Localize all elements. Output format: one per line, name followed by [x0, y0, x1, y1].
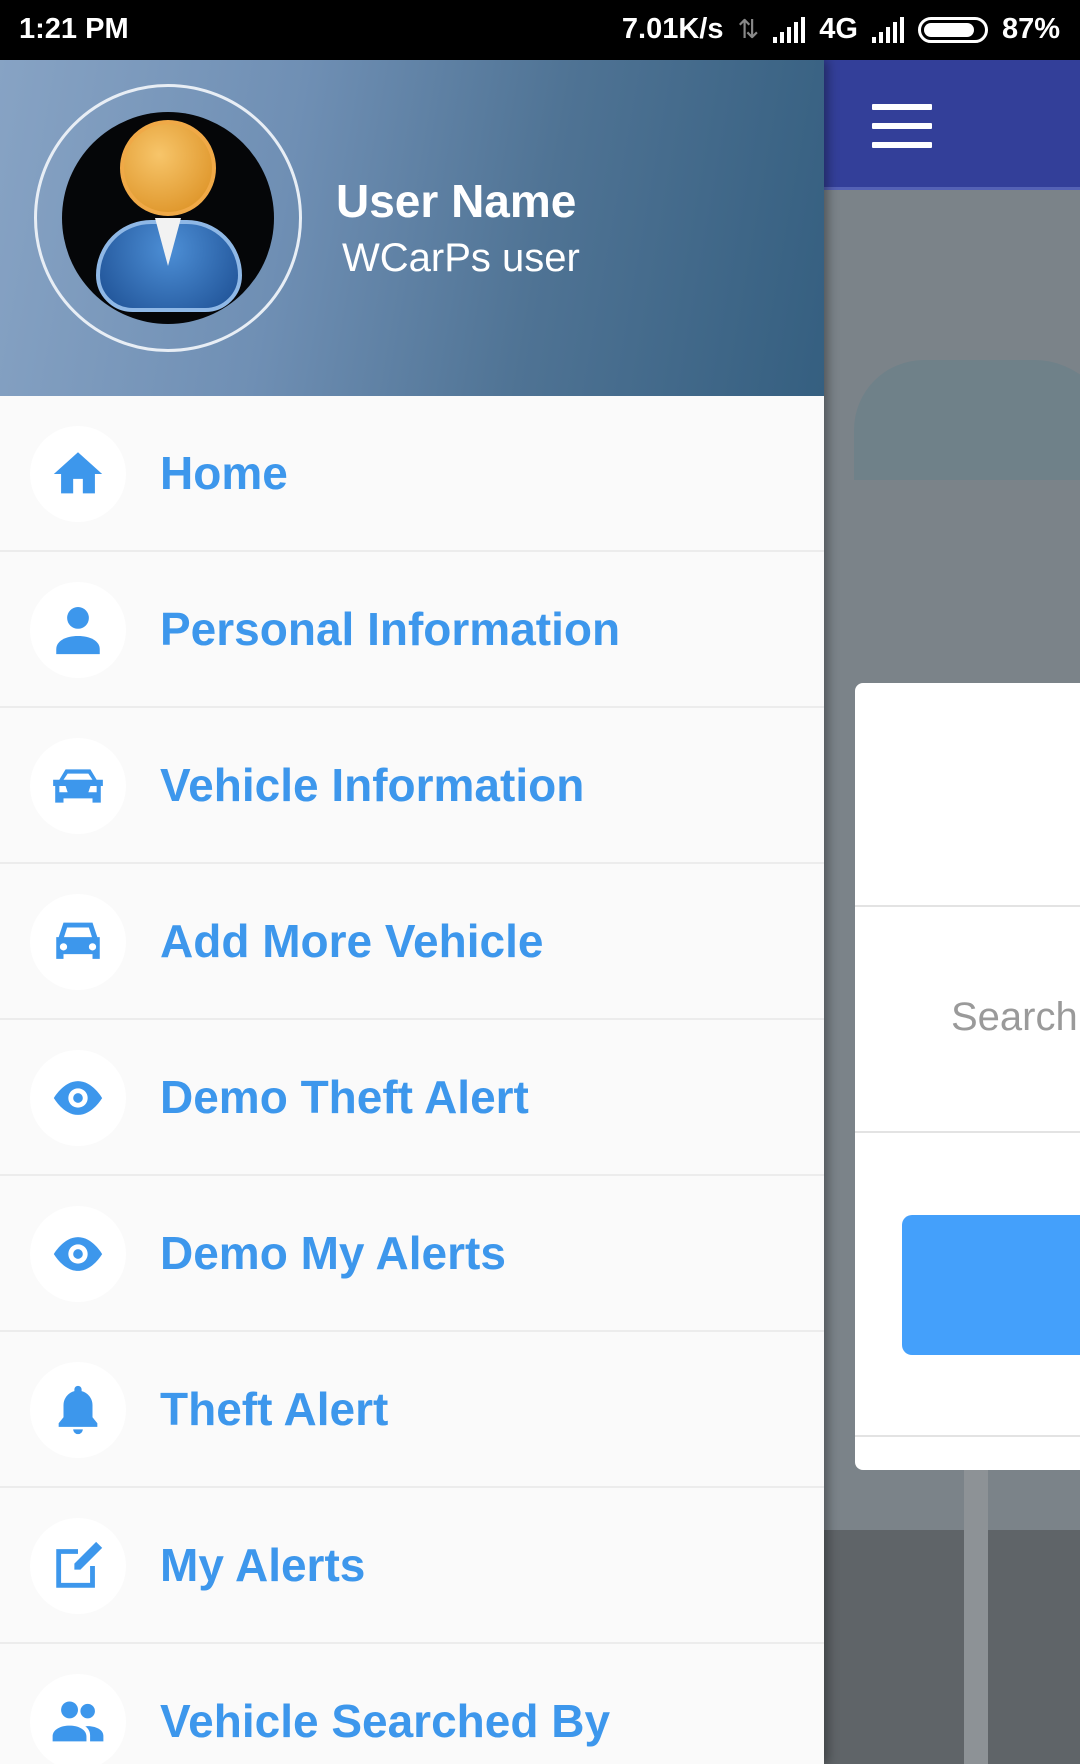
menu-item-label: Home	[160, 447, 288, 499]
net-speed: 7.01K/s	[621, 13, 724, 45]
eye-icon	[30, 1206, 126, 1302]
home-icon	[30, 426, 126, 522]
signal-icon	[773, 16, 806, 43]
car-front-icon	[30, 738, 126, 834]
edit-icon	[30, 1518, 126, 1614]
divider	[855, 1131, 1080, 1133]
status-time: 1:21 PM	[19, 13, 129, 45]
avatar[interactable]	[62, 112, 274, 324]
menu-item-demo-theft-alert[interactable]: Demo Theft Alert	[0, 1020, 824, 1176]
search-input[interactable]: Search	[951, 995, 1078, 1040]
app-toolbar	[824, 60, 1080, 190]
user-role: WCarPs user	[342, 236, 580, 280]
menu-item-personal-information[interactable]: Personal Information	[0, 552, 824, 708]
menu-item-label: Vehicle Searched By	[160, 1695, 611, 1747]
user-name: User Name	[336, 175, 577, 227]
background-ground	[824, 1530, 1080, 1764]
menu-item-vehicle-searched-by[interactable]: Vehicle Searched By	[0, 1644, 824, 1764]
person-icon	[30, 582, 126, 678]
car-icon	[30, 894, 126, 990]
menu-item-label: Add More Vehicle	[160, 915, 544, 967]
battery-icon	[917, 16, 988, 43]
menu-icon[interactable]	[872, 104, 932, 148]
menu-item-add-more-vehicle[interactable]: Add More Vehicle	[0, 864, 824, 1020]
menu-item-my-alerts[interactable]: My Alerts	[0, 1488, 824, 1644]
data-arrows-icon: ⇅	[737, 14, 760, 44]
menu-item-theft-alert[interactable]: Theft Alert	[0, 1332, 824, 1488]
avatar-ring	[34, 84, 302, 352]
group-icon	[30, 1674, 126, 1764]
battery-level: 87%	[1001, 13, 1060, 45]
background-illustration	[854, 360, 1080, 480]
menu-item-label: Theft Alert	[160, 1383, 389, 1435]
background-screen: Search	[824, 60, 1080, 1764]
menu-item-label: Demo My Alerts	[160, 1227, 506, 1279]
signal-icon	[871, 16, 904, 43]
status-bar: 1:21 PM 7.01K/s ⇅ 4G 87%	[0, 0, 1080, 60]
drawer-header: User Name WCarPs user	[0, 60, 824, 396]
menu-item-vehicle-information[interactable]: Vehicle Information	[0, 708, 824, 864]
search-card: Search	[855, 683, 1080, 1470]
background-pole	[964, 1460, 988, 1764]
menu-item-home[interactable]: Home	[0, 396, 824, 552]
search-button[interactable]	[902, 1215, 1080, 1355]
network-type: 4G	[819, 13, 858, 45]
drawer-menu: Home Personal Information Vehicle Inform…	[0, 396, 824, 1764]
eye-icon	[30, 1050, 126, 1146]
menu-item-demo-my-alerts[interactable]: Demo My Alerts	[0, 1176, 824, 1332]
divider	[855, 1435, 1080, 1437]
avatar-head	[120, 120, 216, 216]
menu-item-label: Personal Information	[160, 603, 621, 655]
navigation-drawer: User Name WCarPs user Home Personal Info…	[0, 60, 824, 1764]
divider	[855, 905, 1080, 907]
menu-item-label: Vehicle Information	[160, 759, 585, 811]
menu-item-label: My Alerts	[160, 1539, 366, 1591]
menu-item-label: Demo Theft Alert	[160, 1071, 529, 1123]
bell-icon	[30, 1362, 126, 1458]
